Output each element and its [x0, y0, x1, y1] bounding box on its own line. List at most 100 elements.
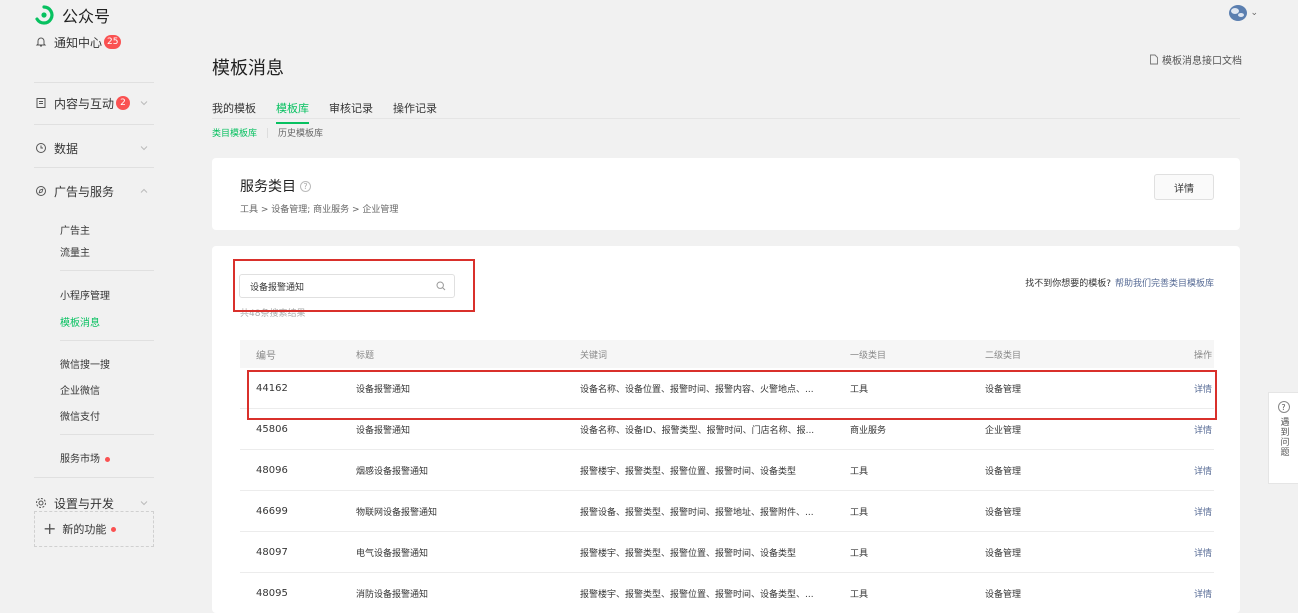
sidebar-item-search[interactable]: 微信搜一搜 [60, 356, 110, 371]
service-category-path: 工具 > 设备管理; 商业服务 > 企业管理 [240, 205, 399, 215]
cell-title: 电气设备报警通知 [356, 548, 429, 559]
sidebar-item-settings[interactable]: 设置与开发 [34, 494, 154, 512]
service-category-title: 服务类目 ? [240, 176, 311, 196]
notify-badge: 25 [104, 35, 122, 49]
col-keywords: 关键词 [580, 350, 608, 361]
table-row[interactable]: 46699 物联网设备报警通知 报警设备、报警类型、报警时间、报警地址、报警附件… [240, 491, 1214, 532]
table-row[interactable]: 48097 电气设备报警通知 报警楼宇、报警类型、报警位置、报警时间、设备类型 … [240, 532, 1214, 573]
cell-id: 48095 [256, 587, 288, 599]
subtab-history-library[interactable]: 历史模板库 [278, 126, 323, 139]
cell-level1: 工具 [850, 466, 869, 477]
sidebar-item-template-message[interactable]: 模板消息 [60, 314, 100, 329]
avatar [1229, 5, 1248, 21]
tab-bar: 我的模板 模板库 审核记录 操作记录 [212, 100, 457, 124]
col-op: 操作 [1193, 350, 1212, 361]
cell-keywords: 报警设备、报警类型、报警时间、报警地址、报警附件、... [580, 507, 814, 518]
chevron-down-icon [140, 101, 148, 106]
bell-icon [34, 35, 48, 49]
new-feature-label: 新的功能 [62, 523, 107, 536]
sidebar-item-pay[interactable]: 微信支付 [60, 408, 100, 423]
service-category-label: 服务类目 [240, 179, 296, 195]
table-row[interactable]: 48096 烟感设备报警通知 报警楼宇、报警类型、报警位置、报警时间、设备类型 … [240, 450, 1214, 491]
compass-icon [34, 184, 48, 198]
category-detail-button[interactable]: 详情 [1154, 174, 1214, 200]
table-row[interactable]: 48095 消防设备报警通知 报警楼宇、报警类型、报警位置、报警时间、设备类型、… [240, 573, 1214, 613]
doc-link[interactable]: 模板消息接口文档 [1149, 52, 1242, 67]
sidebar-item-label: 内容与互动 [54, 96, 115, 111]
cell-level2: 设备管理 [985, 507, 1022, 518]
sidebar-item-wecom[interactable]: 企业微信 [60, 382, 100, 397]
cell-keywords: 报警楼宇、报警类型、报警位置、报警时间、设备类型、... [580, 589, 814, 600]
sidebar-item-miniprogram[interactable]: 小程序管理 [60, 287, 110, 302]
divider [34, 477, 154, 478]
floating-help-label: 遇到问题 [1278, 417, 1289, 457]
sidebar-item-label: 通知中心 [54, 35, 103, 50]
chevron-down-icon [140, 501, 148, 506]
row-detail-link[interactable]: 详情 [1154, 532, 1214, 572]
chevron-down-icon [140, 146, 148, 151]
cell-keywords: 报警楼宇、报警类型、报警位置、报警时间、设备类型 [580, 466, 797, 477]
tab-my-templates[interactable]: 我的模板 [212, 100, 256, 124]
sidebar-item-label: 数据 [54, 141, 79, 156]
help-icon[interactable]: ? [300, 180, 311, 192]
divider [34, 82, 154, 83]
sidebar-item-publisher[interactable]: 流量主 [60, 244, 90, 259]
sidebar-item-notify[interactable]: 通知中心 25 [34, 33, 154, 51]
subtab-category-library[interactable]: 类目模板库 [212, 126, 257, 139]
divider [34, 124, 154, 125]
new-feature-button[interactable]: + 新的功能 [34, 511, 154, 547]
table-header: 编号 标题 关键词 一级类目 二级类目 操作 [240, 340, 1214, 368]
brand[interactable]: 公众号 [34, 3, 110, 27]
cell-level2: 设备管理 [985, 548, 1022, 559]
cell-id: 48097 [256, 546, 288, 558]
cell-level1: 工具 [850, 589, 869, 600]
document-icon [34, 96, 48, 110]
chevron-down-icon: ⌄ [1250, 8, 1258, 18]
row-detail-link[interactable]: 详情 [1154, 573, 1214, 613]
col-level1: 一级类目 [850, 350, 887, 361]
sidebar-item-data[interactable]: 数据 [34, 139, 154, 157]
divider [60, 340, 154, 341]
file-icon [1150, 54, 1158, 65]
content-badge: 2 [116, 96, 131, 110]
new-dot [105, 456, 110, 462]
cell-id: 46699 [256, 505, 288, 517]
sidebar-item-label: 设置与开发 [54, 496, 115, 511]
cell-level2: 设备管理 [985, 589, 1022, 600]
cell-level1: 工具 [850, 548, 869, 559]
col-level2: 二级类目 [985, 350, 1022, 361]
cell-title: 烟感设备报警通知 [356, 466, 429, 477]
page-title: 模板消息 [212, 58, 284, 79]
sidebar-item-advertiser[interactable]: 广告主 [60, 222, 90, 237]
plus-icon: + [43, 519, 57, 538]
cell-title: 物联网设备报警通知 [356, 507, 438, 518]
new-dot [111, 526, 117, 532]
col-title: 标题 [356, 350, 375, 361]
tab-review-records[interactable]: 审核记录 [329, 100, 373, 124]
divider [60, 434, 154, 435]
doc-link-label: 模板消息接口文档 [1162, 56, 1242, 67]
sidebar-item-content[interactable]: 内容与互动 2 [34, 94, 154, 112]
improve-library-link[interactable]: 帮助我们完善类目模板库 [1115, 279, 1214, 289]
help-icon: ? [1277, 401, 1290, 413]
row-detail-link[interactable]: 详情 [1154, 491, 1214, 531]
sidebar-item-ads[interactable]: 广告与服务 [34, 182, 154, 200]
service-category-card: 服务类目 ? 工具 > 设备管理; 商业服务 > 企业管理 详情 [212, 158, 1240, 230]
brand-name: 公众号 [62, 7, 111, 26]
sidebar-item-market[interactable]: 服务市场 [60, 450, 110, 465]
divider [267, 127, 269, 138]
sidebar-item-label: 服务市场 [60, 454, 100, 465]
gear-icon [34, 496, 48, 510]
tab-template-library[interactable]: 模板库 [276, 100, 309, 124]
cell-id: 48096 [256, 464, 288, 476]
help-prefix: 找不到你想要的模板? [1025, 279, 1111, 289]
account-menu[interactable]: ⌄ [1228, 4, 1258, 22]
help-text: 找不到你想要的模板? 帮助我们完善类目模板库 [1025, 276, 1214, 289]
wechat-logo-icon [35, 5, 54, 25]
row-detail-link[interactable]: 详情 [1154, 450, 1214, 490]
clock-icon [34, 141, 48, 155]
floating-help-button[interactable]: ? 遇到问题 [1268, 392, 1298, 484]
subtab-bar: 类目模板库 历史模板库 [212, 126, 323, 139]
tab-divider [212, 118, 1240, 119]
tab-operation-records[interactable]: 操作记录 [393, 100, 437, 124]
